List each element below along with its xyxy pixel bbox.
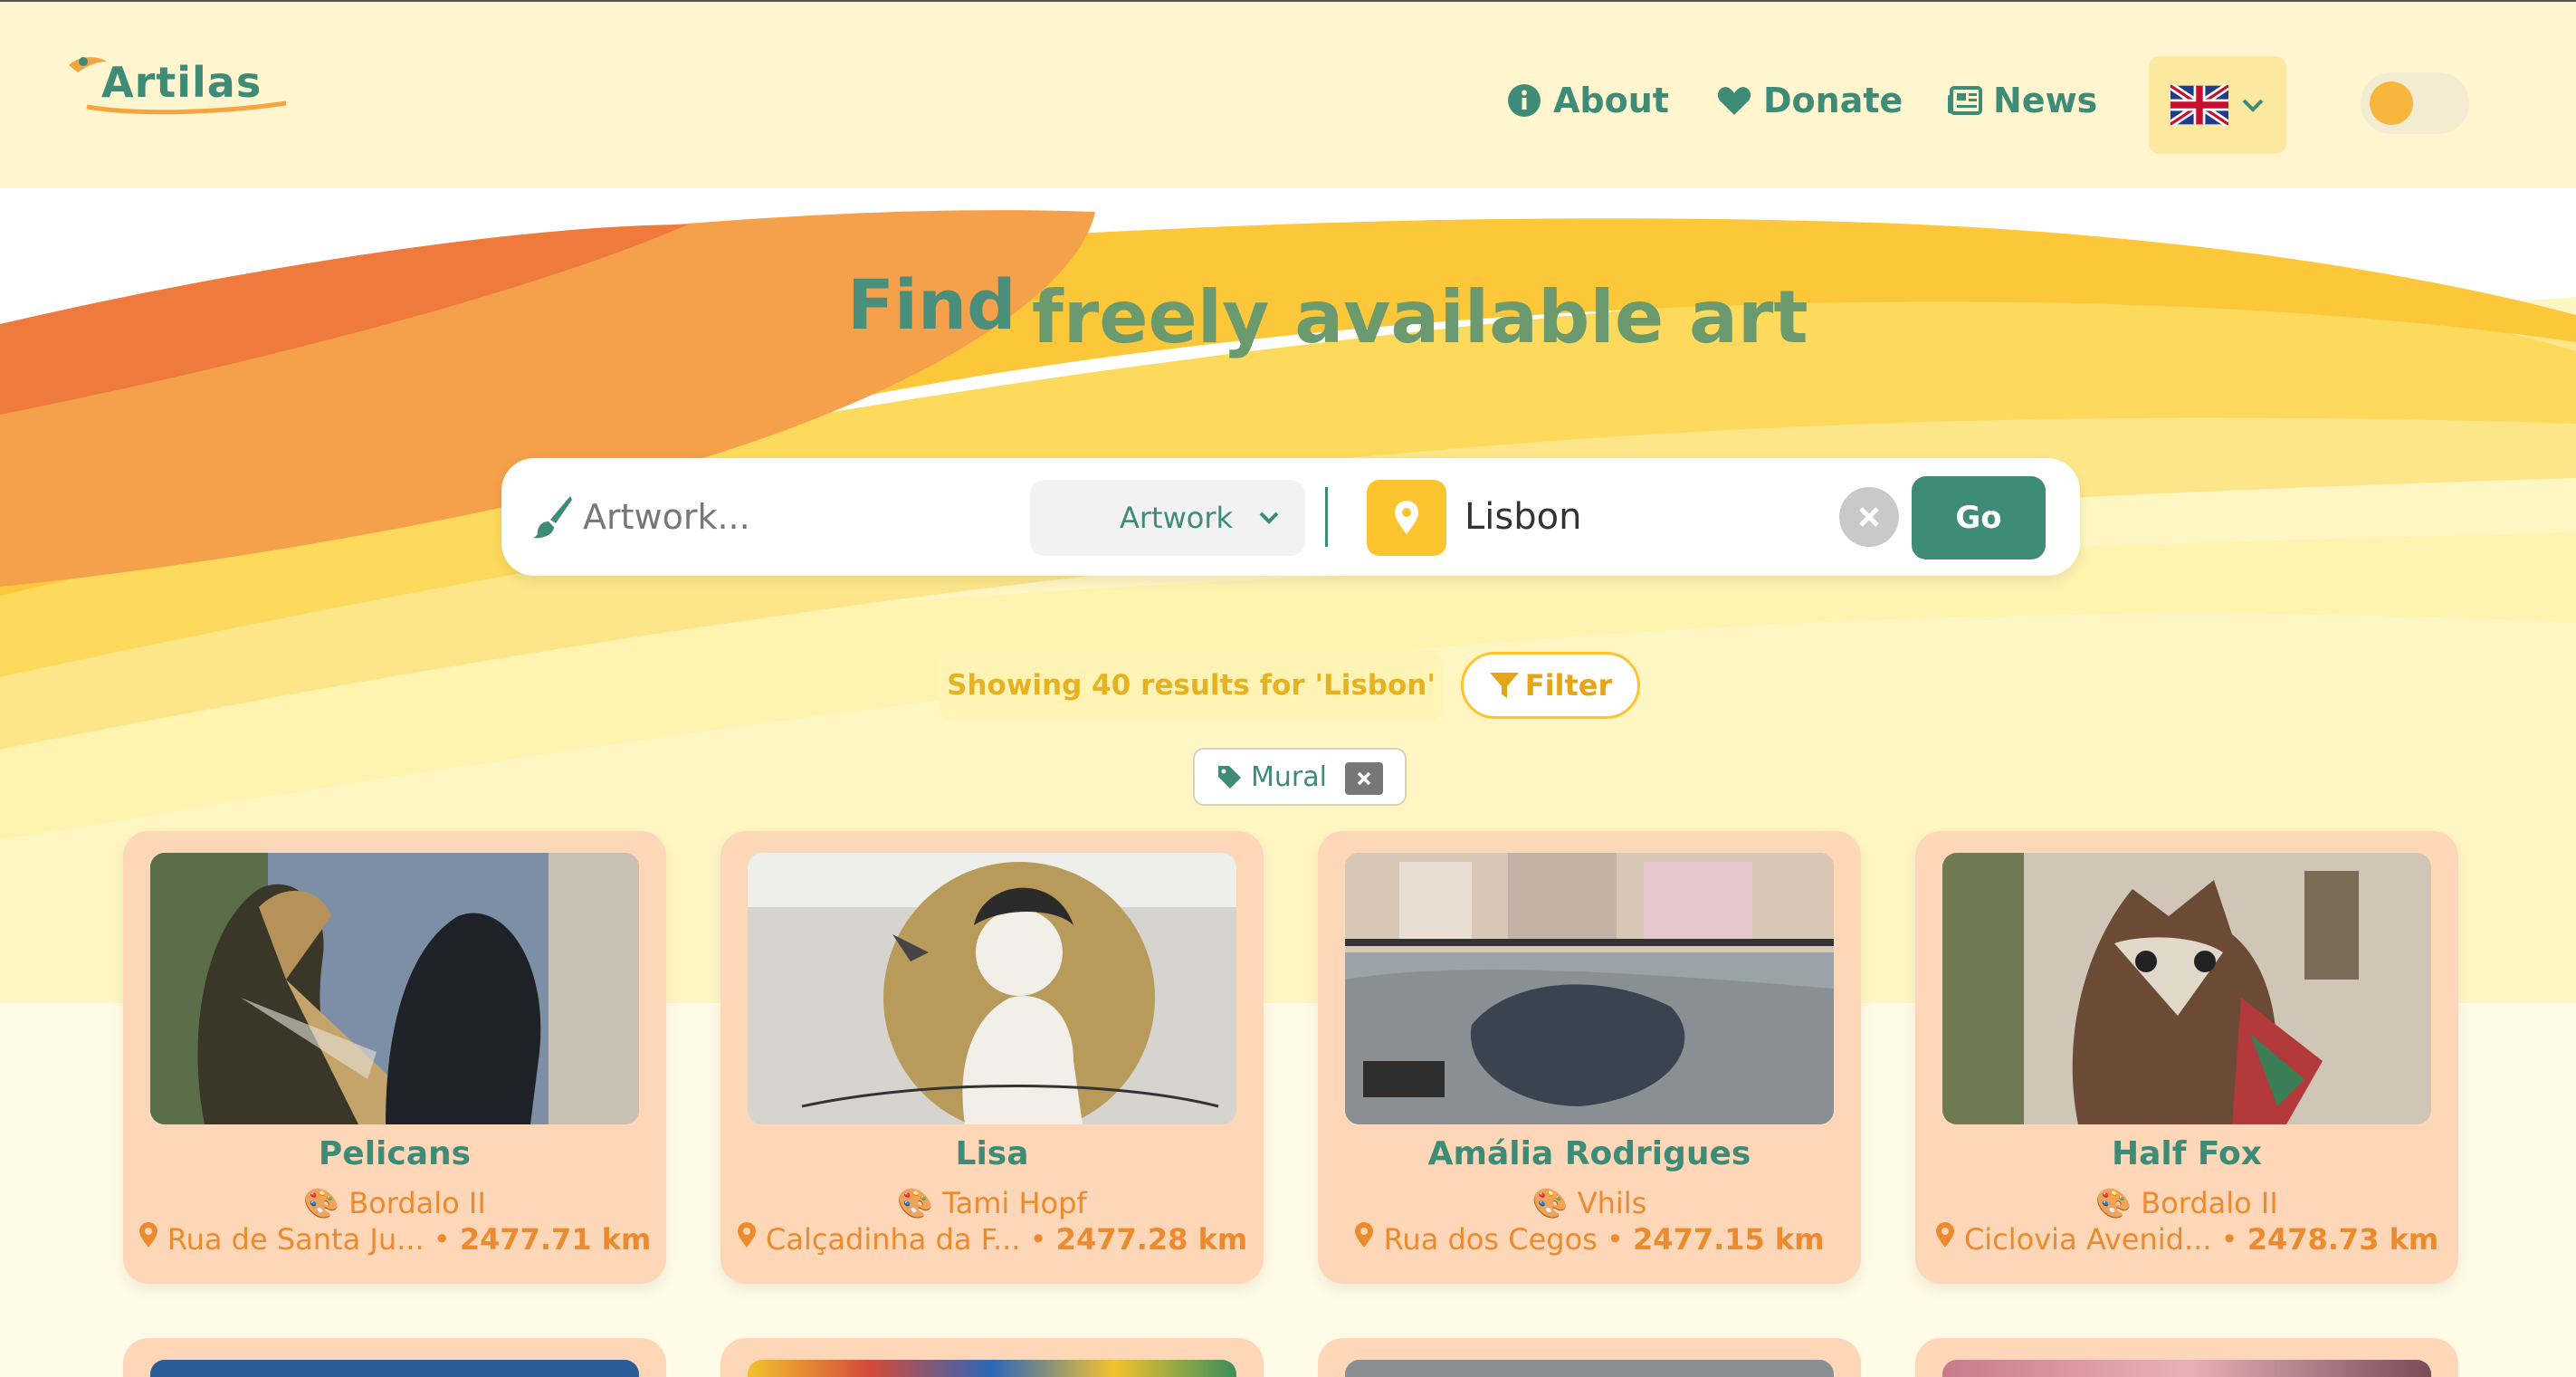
artwork-artist: 🎨 Bordalo II xyxy=(1915,1186,2458,1220)
artwork-location: Calçadinha da F... • 2477.28 km xyxy=(720,1222,1264,1257)
artwork-card[interactable]: Half Fox 🎨 Bordalo II Ciclovia Avenid...… xyxy=(1915,831,2458,1284)
artwork-artist: 🎨 Tami Hopf xyxy=(720,1186,1264,1220)
artwork-search-input[interactable] xyxy=(583,489,1017,545)
location-input[interactable] xyxy=(1465,489,1845,545)
filter-icon xyxy=(1489,673,1519,698)
artwork-card[interactable] xyxy=(1318,1338,1861,1377)
artwork-card[interactable]: Amália Rodrigues 🎨 Vhils Rua dos Cegos •… xyxy=(1318,831,1861,1284)
artist-name: Bordalo II xyxy=(2141,1186,2278,1220)
artwork-image[interactable] xyxy=(1942,853,2431,1124)
search-bar: Artwork Go xyxy=(501,458,2080,576)
newspaper-icon xyxy=(1946,82,1982,119)
artwork-image[interactable] xyxy=(1345,853,1834,1124)
artwork-card[interactable]: Lisa 🎨 Tami Hopf Calçadinha da F... • 24… xyxy=(720,831,1264,1284)
uk-flag-icon xyxy=(2171,84,2228,126)
results-summary: Showing 40 results for 'Lisbon' xyxy=(940,650,1443,721)
artwork-location: Rua dos Cegos • 2477.15 km xyxy=(1318,1222,1861,1257)
search-type-select[interactable]: Artwork xyxy=(1030,480,1305,556)
distance-text: 2477.15 km xyxy=(1633,1222,1825,1257)
map-pin-icon xyxy=(1355,1222,1374,1248)
theme-toggle[interactable] xyxy=(2361,72,2469,134)
artwork-artist: 🎨 Bordalo II xyxy=(123,1186,666,1220)
artwork-title[interactable]: Lisa xyxy=(720,1135,1264,1172)
artist-name: Bordalo II xyxy=(348,1186,486,1220)
artwork-card[interactable] xyxy=(720,1338,1264,1377)
search-type-value: Artwork xyxy=(1119,501,1233,535)
site-header: Artilas About Donate News xyxy=(0,2,2576,188)
toggle-knob xyxy=(2370,81,2413,125)
map-pin-icon xyxy=(737,1222,756,1248)
clear-location-button[interactable] xyxy=(1839,487,1899,547)
close-icon xyxy=(1859,507,1879,527)
artwork-title[interactable]: Amália Rodrigues xyxy=(1318,1135,1861,1172)
nav-about-label: About xyxy=(1553,81,1669,120)
palette-icon: 🎨 xyxy=(2095,1186,2132,1220)
remove-tag-button[interactable] xyxy=(1345,762,1383,795)
artist-name: Tami Hopf xyxy=(942,1186,1087,1220)
location-pin-button[interactable] xyxy=(1367,480,1446,556)
distance-text: 2477.71 km xyxy=(459,1222,652,1257)
artwork-image[interactable] xyxy=(1942,1360,2431,1377)
palette-icon: 🎨 xyxy=(303,1186,340,1220)
artwork-title[interactable]: Half Fox xyxy=(1915,1135,2458,1172)
artwork-location: Rua de Santa Ju... • 2477.71 km xyxy=(123,1222,666,1257)
chevron-down-icon xyxy=(1259,512,1279,524)
artwork-card[interactable] xyxy=(123,1338,666,1377)
artwork-image[interactable] xyxy=(748,853,1236,1124)
artwork-artist: 🎨 Vhils xyxy=(1318,1186,1861,1220)
nav-news-label: News xyxy=(1993,81,2098,120)
paintbrush-icon xyxy=(532,496,572,539)
info-circle-icon xyxy=(1506,82,1542,119)
chevron-down-icon xyxy=(2242,99,2264,112)
nav-about[interactable]: About xyxy=(1506,76,1669,125)
location-text: Calçadinha da F... xyxy=(765,1222,1021,1257)
filter-label: Filter xyxy=(1524,668,1613,703)
artwork-location: Ciclovia Avenid... • 2478.73 km xyxy=(1915,1222,2458,1257)
location-text: Rua dos Cegos xyxy=(1383,1222,1598,1257)
heart-icon xyxy=(1716,82,1752,119)
active-tag-chip: Mural xyxy=(1193,748,1407,806)
language-selector[interactable] xyxy=(2149,56,2286,154)
palette-icon: 🎨 xyxy=(1531,1186,1569,1220)
active-tag-label: Mural xyxy=(1251,760,1327,793)
go-button[interactable]: Go xyxy=(1912,476,2046,559)
artwork-card[interactable] xyxy=(1915,1338,2458,1377)
artwork-image[interactable] xyxy=(150,1360,639,1377)
hero-title-word2: freely available art xyxy=(1032,275,1808,359)
location-text: Ciclovia Avenid... xyxy=(1963,1222,2212,1257)
artwork-image[interactable] xyxy=(748,1360,1236,1377)
artwork-image[interactable] xyxy=(1345,1360,1834,1377)
artwork-image[interactable] xyxy=(150,853,639,1124)
artwork-title[interactable]: Pelicans xyxy=(123,1135,666,1172)
nav-donate[interactable]: Donate xyxy=(1716,76,1903,125)
distance-text: 2477.28 km xyxy=(1055,1222,1248,1257)
close-icon xyxy=(1357,771,1371,786)
location-text: Rua de Santa Ju... xyxy=(167,1222,425,1257)
artist-name: Vhils xyxy=(1577,1186,1647,1220)
logo-text[interactable]: Artilas xyxy=(101,58,262,107)
map-pin-icon xyxy=(1395,501,1418,534)
nav-donate-label: Donate xyxy=(1763,81,1903,120)
palette-icon: 🎨 xyxy=(897,1186,934,1220)
artwork-card[interactable]: Pelicans 🎨 Bordalo II Rua de Santa Ju...… xyxy=(123,831,666,1284)
map-pin-icon xyxy=(1935,1222,1954,1248)
tag-icon xyxy=(1218,766,1241,789)
map-pin-icon xyxy=(138,1222,157,1248)
distance-text: 2478.73 km xyxy=(2247,1222,2439,1257)
hero-title-word1: Find xyxy=(847,264,1016,345)
search-divider xyxy=(1325,487,1328,547)
nav-news[interactable]: News xyxy=(1946,76,2097,125)
filter-button[interactable]: Filter xyxy=(1461,652,1640,719)
